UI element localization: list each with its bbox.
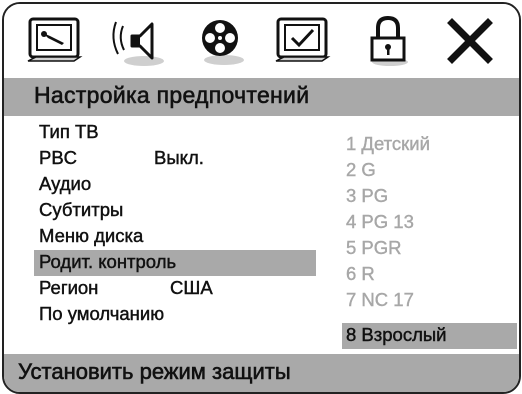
parental-level-label: 1 Детский	[346, 133, 430, 154]
menu-item-value: Выкл.	[154, 147, 204, 168]
parental-level-option[interactable]: 7 NC 17	[342, 288, 517, 314]
parental-level-label: 7 NC 17	[346, 289, 414, 310]
menu-item-label: Родит. контроль	[39, 251, 177, 272]
parental-level-option[interactable]: 1 Детский	[342, 132, 517, 158]
menu-item-label: Субтитры	[39, 199, 124, 220]
menu-item-label: PBC	[39, 147, 78, 168]
menu-item-audio[interactable]: Аудио	[34, 172, 316, 198]
menu-item-region[interactable]: Регион США	[34, 276, 316, 302]
main-panel: Тип ТВ PBC Выкл. Аудио Субтитры Меню дис…	[4, 116, 519, 354]
parental-level-label: 6 R	[346, 263, 375, 284]
parental-level-label: 8 Взрослый	[346, 324, 447, 345]
parental-level-option[interactable]: 6 R	[342, 262, 517, 288]
menu-item-tv-type[interactable]: Тип ТВ	[34, 120, 316, 146]
exit-icon[interactable]	[438, 14, 502, 68]
menu-item-label: Регион	[39, 277, 99, 298]
parental-level-label: 2 G	[346, 159, 376, 180]
menu-item-pbc[interactable]: PBC Выкл.	[34, 146, 316, 172]
menu-item-label: Меню диска	[39, 225, 144, 246]
menu-item-label: Тип ТВ	[39, 121, 99, 142]
parental-level-option[interactable]: 3 PG	[342, 184, 517, 210]
menu-item-disc-menu[interactable]: Меню диска	[34, 224, 316, 250]
parental-level-list: 1 Детский 2 G 3 PG 4 PG 13 5 PGR 6 R 7 N…	[342, 116, 519, 354]
audio-setup-icon[interactable]	[106, 14, 170, 68]
status-bar: Установить режим защиты	[4, 354, 519, 392]
menu-item-label: По умолчанию	[39, 303, 165, 324]
preferences-icon[interactable]	[272, 14, 336, 68]
setup-menu-window: Настройка предпочтений Тип ТВ PBC Выкл. …	[2, 2, 521, 394]
parental-level-option[interactable]: 5 PGR	[342, 236, 517, 262]
menu-item-label: Аудио	[39, 173, 92, 194]
system-setup-icon[interactable]	[24, 14, 88, 68]
menu-item-parental-control[interactable]: Родит. контроль	[34, 250, 316, 276]
password-lock-icon[interactable]	[356, 14, 420, 68]
toolbar	[4, 4, 519, 78]
menu-item-subtitles[interactable]: Субтитры	[34, 198, 316, 224]
title-bar: Настройка предпочтений	[4, 78, 519, 116]
parental-level-label: 5 PGR	[346, 237, 402, 258]
status-text: Установить режим защиты	[18, 359, 291, 385]
menu-item-value: США	[170, 277, 213, 298]
menu-item-defaults[interactable]: По умолчанию	[34, 302, 316, 328]
preferences-menu: Тип ТВ PBC Выкл. Аудио Субтитры Меню дис…	[4, 116, 334, 354]
parental-level-option-selected[interactable]: 8 Взрослый	[342, 323, 517, 349]
parental-level-option[interactable]: 2 G	[342, 158, 517, 184]
parental-level-label: 3 PG	[346, 185, 389, 206]
parental-level-option[interactable]: 4 PG 13	[342, 210, 517, 236]
parental-level-label: 4 PG 13	[346, 211, 414, 232]
page-title: Настройка предпочтений	[34, 82, 310, 109]
video-setup-icon[interactable]	[188, 14, 252, 68]
